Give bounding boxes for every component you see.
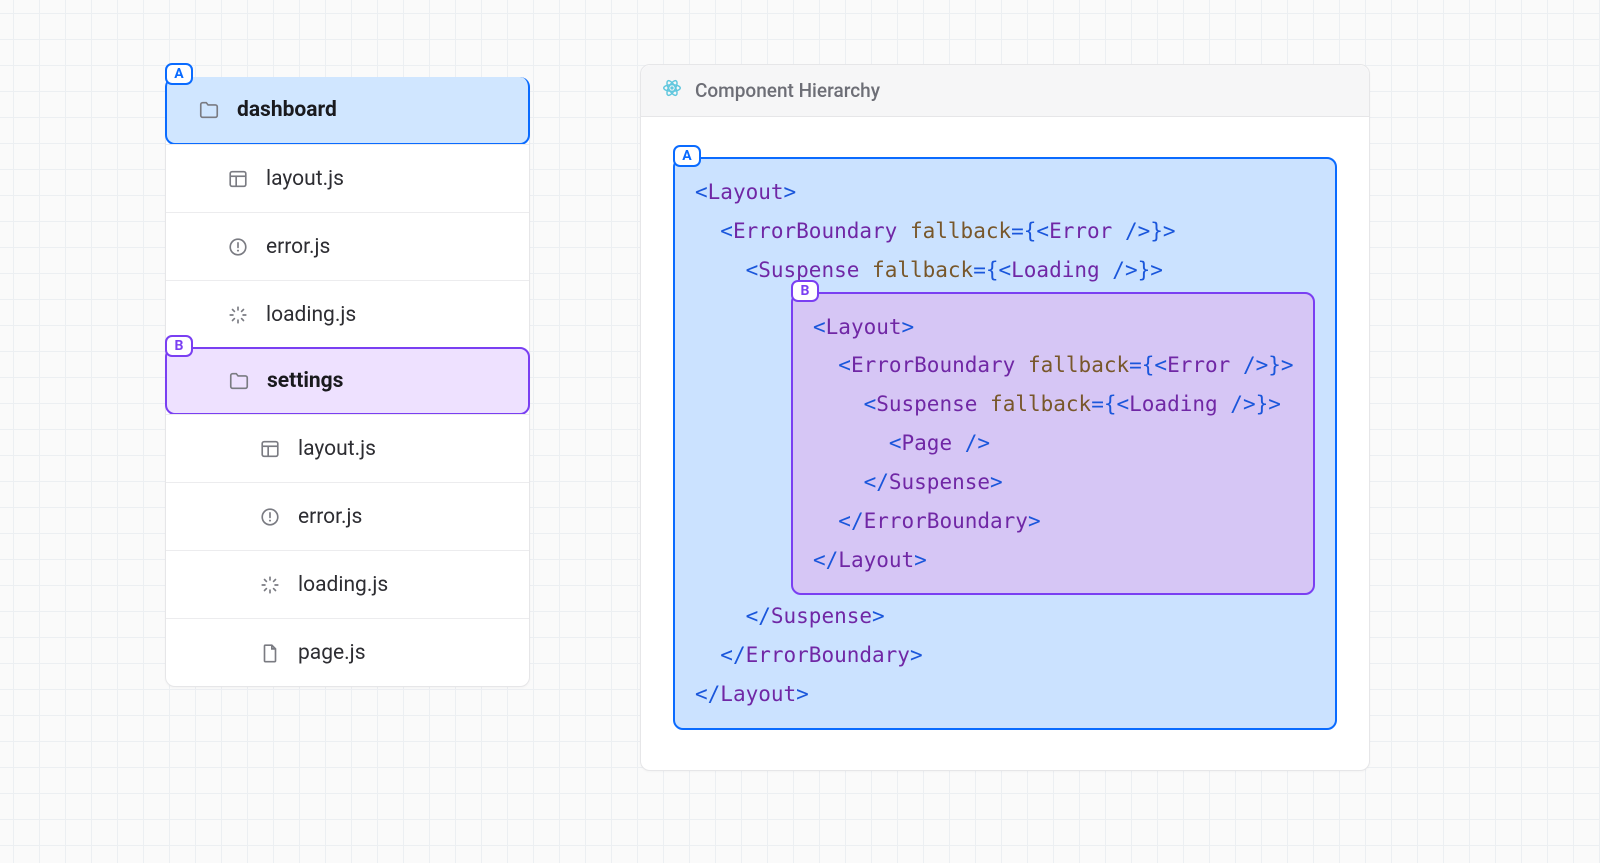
- file-label: layout.js: [266, 167, 344, 191]
- outer-layout-box: A <Layout> <ErrorBoundary fallback={<Err…: [673, 157, 1337, 730]
- file-loading[interactable]: loading.js: [166, 280, 529, 348]
- panel-title: Component Hierarchy: [695, 79, 880, 102]
- folder-icon: [197, 99, 221, 121]
- folder-dashboard[interactable]: A dashboard: [165, 77, 530, 145]
- file-label: error.js: [298, 505, 362, 529]
- loading-icon: [258, 574, 282, 596]
- file-layout[interactable]: layout.js: [166, 414, 529, 482]
- layout-icon: [226, 168, 250, 190]
- folder-icon: [227, 370, 251, 392]
- inner-layout-box: B <Layout> <ErrorBoundary fallback={<Err…: [791, 292, 1315, 596]
- file-error[interactable]: error.js: [166, 212, 529, 280]
- file-label: page.js: [298, 641, 366, 665]
- loading-icon: [226, 304, 250, 326]
- file-label: settings: [267, 369, 343, 393]
- file-label: loading.js: [298, 573, 388, 597]
- panel-header: Component Hierarchy: [641, 65, 1369, 117]
- code-line: </Suspense> </ErrorBoundary> </Layout>: [695, 597, 1315, 714]
- error-icon: [258, 506, 282, 528]
- badge-b: B: [791, 280, 819, 302]
- component-hierarchy-panel: Component Hierarchy A <Layout> <ErrorBou…: [640, 64, 1370, 771]
- file-error[interactable]: error.js: [166, 482, 529, 550]
- page-icon: [258, 642, 282, 664]
- file-layout[interactable]: layout.js: [166, 144, 529, 212]
- code-line: <Layout> <ErrorBoundary fallback={<Error…: [695, 173, 1315, 290]
- badge-b: B: [165, 335, 193, 357]
- file-label: error.js: [266, 235, 330, 259]
- code-line: <Layout> <ErrorBoundary fallback={<Error…: [813, 308, 1293, 580]
- badge-a: A: [673, 145, 701, 167]
- file-label: loading.js: [266, 303, 356, 327]
- code-body: A <Layout> <ErrorBoundary fallback={<Err…: [641, 117, 1369, 770]
- file-tree-panel: A dashboard layout.js error.js loading.j…: [165, 77, 530, 687]
- folder-settings[interactable]: B settings: [165, 347, 530, 415]
- file-label: dashboard: [237, 98, 337, 122]
- file-page[interactable]: page.js: [166, 618, 529, 686]
- error-icon: [226, 236, 250, 258]
- badge-a: A: [165, 63, 193, 85]
- react-icon: [661, 77, 683, 104]
- file-loading[interactable]: loading.js: [166, 550, 529, 618]
- layout-icon: [258, 438, 282, 460]
- file-label: layout.js: [298, 437, 376, 461]
